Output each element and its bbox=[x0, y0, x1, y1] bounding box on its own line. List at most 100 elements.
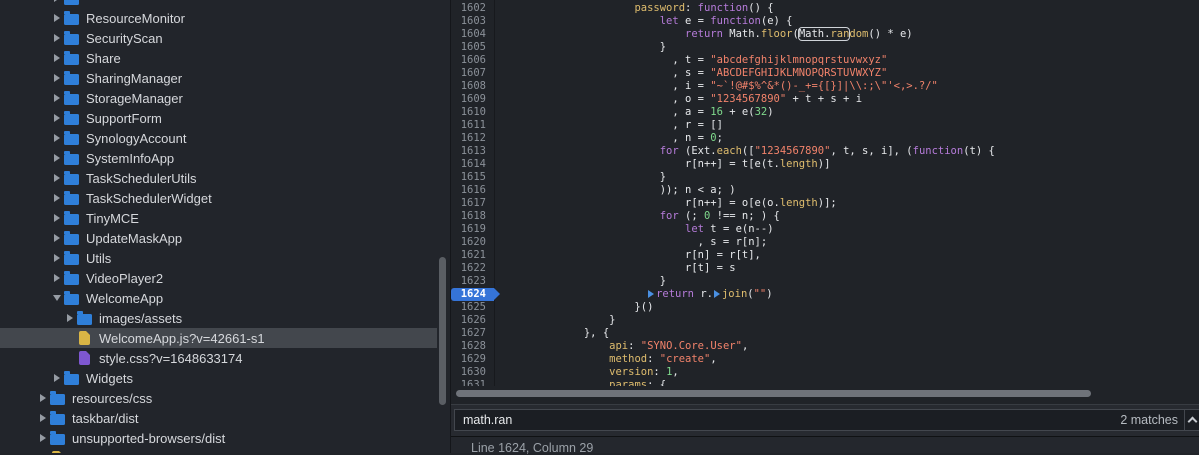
line-number[interactable]: 1625 bbox=[451, 301, 494, 314]
code-line: 1613 for (Ext.each(["1234567890", t, s, … bbox=[451, 145, 1199, 158]
disclosure-box bbox=[63, 348, 77, 368]
tree-item[interactable]: WelcomeApp.js?v=42661-s1 bbox=[0, 328, 437, 348]
code-text: r[n] = r[t], bbox=[494, 249, 761, 262]
folder-icon bbox=[64, 14, 79, 25]
disclosure-right-icon[interactable] bbox=[54, 374, 60, 382]
tree-item-label: Widgets bbox=[86, 371, 133, 386]
tree-item-label: WelcomeApp bbox=[86, 291, 163, 306]
disclosure-right-icon[interactable] bbox=[54, 94, 60, 102]
disclosure-right-icon[interactable] bbox=[54, 214, 60, 222]
tree-item[interactable]: unsupported-browsers/dist bbox=[0, 428, 437, 448]
tree-item[interactable]: StorageManager bbox=[0, 88, 437, 108]
code-text: } bbox=[494, 275, 666, 288]
tree-item[interactable] bbox=[0, 448, 437, 453]
line-number[interactable]: 1603 bbox=[451, 15, 494, 28]
disclosure-right-icon[interactable] bbox=[54, 14, 60, 22]
tree-item[interactable]: TaskSchedulerWidget bbox=[0, 188, 437, 208]
line-number[interactable]: 1615 bbox=[451, 171, 494, 184]
disclosure-right-icon[interactable] bbox=[54, 134, 60, 142]
tree-item[interactable]: SecurityScan bbox=[0, 28, 437, 48]
line-number[interactable]: 1605 bbox=[451, 41, 494, 54]
sidebar-scrollbar-thumb[interactable] bbox=[439, 257, 446, 405]
disclosure-right-icon[interactable] bbox=[67, 314, 73, 322]
line-number[interactable]: 1631 bbox=[451, 379, 494, 386]
tree-item[interactable]: WelcomeApp bbox=[0, 288, 437, 308]
line-number[interactable]: 1619 bbox=[451, 223, 494, 236]
folder-icon bbox=[64, 234, 79, 245]
disclosure-right-icon[interactable] bbox=[54, 74, 60, 82]
tree-item-label: StorageManager bbox=[86, 91, 183, 106]
line-number[interactable]: 1617 bbox=[451, 197, 494, 210]
find-previous-button[interactable] bbox=[1184, 410, 1199, 430]
line-number[interactable]: 1610 bbox=[451, 106, 494, 119]
tree-item[interactable]: Share bbox=[0, 48, 437, 68]
tree-item[interactable]: TinyMCE bbox=[0, 208, 437, 228]
line-number[interactable]: 1614 bbox=[451, 158, 494, 171]
disclosure-box bbox=[50, 88, 64, 108]
folder-icon bbox=[64, 134, 79, 145]
disclosure-right-icon[interactable] bbox=[54, 154, 60, 162]
code-text: } bbox=[494, 314, 615, 327]
disclosure-down-icon[interactable] bbox=[53, 295, 61, 301]
line-number[interactable]: 1626 bbox=[451, 314, 494, 327]
horizontal-scrollbar-thumb[interactable] bbox=[456, 390, 1091, 397]
disclosure-right-icon[interactable] bbox=[40, 394, 46, 402]
disclosure-right-icon[interactable] bbox=[54, 274, 60, 282]
line-number[interactable]: 1621 bbox=[451, 249, 494, 262]
tree-item[interactable]: ResourceMonitor bbox=[0, 8, 437, 28]
disclosure-right-icon[interactable] bbox=[40, 434, 46, 442]
tree-item[interactable]: SupportForm bbox=[0, 108, 437, 128]
current-line-number[interactable]: 1624 bbox=[451, 288, 494, 301]
tree-item[interactable]: resources/css bbox=[0, 388, 437, 408]
tree-item[interactable]: UpdateMaskApp bbox=[0, 228, 437, 248]
disclosure-right-icon[interactable] bbox=[40, 414, 46, 422]
line-number[interactable]: 1607 bbox=[451, 67, 494, 80]
tree-item[interactable]: SystemInfoApp bbox=[0, 148, 437, 168]
disclosure-right-icon[interactable] bbox=[54, 54, 60, 62]
line-number[interactable]: 1623 bbox=[451, 275, 494, 288]
disclosure-box bbox=[36, 448, 50, 453]
line-number[interactable]: 1602 bbox=[451, 2, 494, 15]
disclosure-right-icon[interactable] bbox=[54, 234, 60, 242]
tree-item-label: TinyMCE bbox=[86, 211, 139, 226]
line-number[interactable]: 1616 bbox=[451, 184, 494, 197]
tree-item[interactable] bbox=[0, 0, 437, 8]
line-number[interactable]: 1611 bbox=[451, 119, 494, 132]
tree-item[interactable]: style.css?v=1648633174 bbox=[0, 348, 437, 368]
line-number[interactable]: 1613 bbox=[451, 145, 494, 158]
line-number[interactable]: 1620 bbox=[451, 236, 494, 249]
disclosure-right-icon[interactable] bbox=[54, 0, 60, 2]
disclosure-right-icon[interactable] bbox=[54, 174, 60, 182]
line-number[interactable]: 1622 bbox=[451, 262, 494, 275]
chevron-up-icon bbox=[1188, 417, 1198, 427]
line-number[interactable]: 1618 bbox=[451, 210, 494, 223]
disclosure-box bbox=[50, 128, 64, 148]
tree-item[interactable]: VideoPlayer2 bbox=[0, 268, 437, 288]
line-number[interactable]: 1609 bbox=[451, 93, 494, 106]
tree-item[interactable]: Utils bbox=[0, 248, 437, 268]
line-number[interactable]: 1628 bbox=[451, 340, 494, 353]
disclosure-box bbox=[50, 108, 64, 128]
tree-item-label: SystemInfoApp bbox=[86, 151, 174, 166]
tree-item[interactable]: taskbar/dist bbox=[0, 408, 437, 428]
line-number[interactable]: 1627 bbox=[451, 327, 494, 340]
find-input[interactable] bbox=[455, 410, 1155, 430]
line-number[interactable]: 1604 bbox=[451, 28, 494, 41]
tree-item[interactable]: TaskSchedulerUtils bbox=[0, 168, 437, 188]
disclosure-box bbox=[36, 388, 50, 408]
line-number[interactable]: 1629 bbox=[451, 353, 494, 366]
disclosure-right-icon[interactable] bbox=[54, 114, 60, 122]
disclosure-right-icon[interactable] bbox=[54, 194, 60, 202]
tree-item[interactable]: images/assets bbox=[0, 308, 437, 328]
line-number[interactable]: 1630 bbox=[451, 366, 494, 379]
line-number[interactable]: 1606 bbox=[451, 54, 494, 67]
line-number[interactable]: 1608 bbox=[451, 80, 494, 93]
tree-item-label: unsupported-browsers/dist bbox=[72, 431, 225, 446]
line-number[interactable]: 1612 bbox=[451, 132, 494, 145]
disclosure-right-icon[interactable] bbox=[54, 34, 60, 42]
folder-icon bbox=[64, 54, 79, 65]
tree-item[interactable]: Widgets bbox=[0, 368, 437, 388]
tree-item[interactable]: SharingManager bbox=[0, 68, 437, 88]
tree-item[interactable]: SynologyAccount bbox=[0, 128, 437, 148]
disclosure-right-icon[interactable] bbox=[54, 254, 60, 262]
